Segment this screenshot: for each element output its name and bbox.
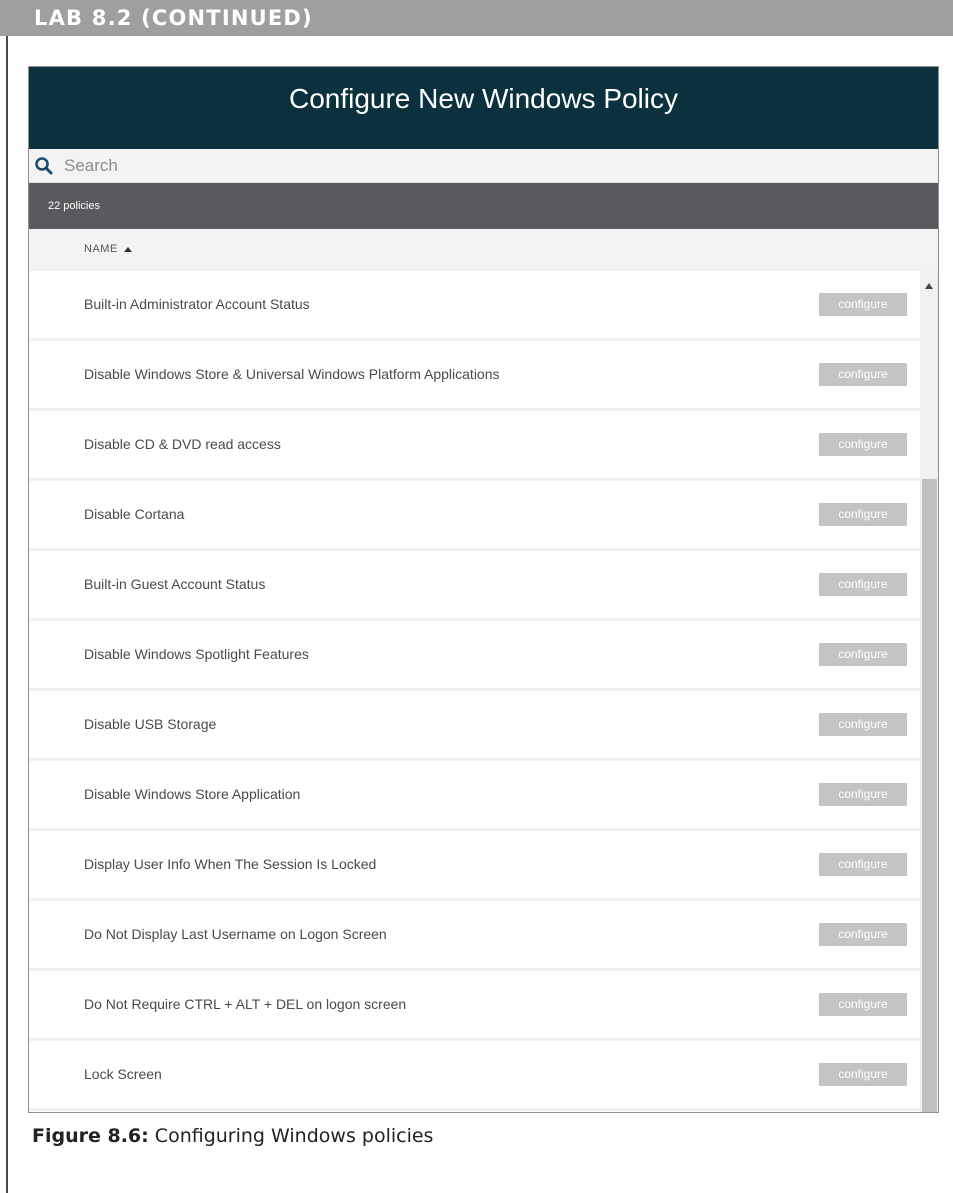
search-icon bbox=[34, 155, 56, 177]
policy-name: Built-in Guest Account Status bbox=[84, 576, 266, 592]
configure-button[interactable]: configure bbox=[819, 713, 907, 736]
policy-dialog: Configure New Windows Policy 22 policies… bbox=[28, 66, 939, 1113]
policy-name: Do Not Require CTRL + ALT + DEL on logon… bbox=[84, 996, 407, 1012]
policy-name: Disable USB Storage bbox=[84, 716, 217, 732]
policy-rows: Built-in Administrator Account Status con… bbox=[29, 271, 920, 1111]
policy-row[interactable]: Disable USB Storage configure bbox=[29, 691, 920, 761]
policy-row[interactable]: Disable Cortana configure bbox=[29, 481, 920, 551]
search-bar bbox=[29, 149, 938, 183]
scrollbar-thumb[interactable] bbox=[922, 479, 937, 1112]
policy-name: Disable CD & DVD read access bbox=[84, 436, 281, 452]
lab-header: LAB 8.2 (CONTINUED) bbox=[0, 0, 953, 36]
policy-row[interactable]: Disable CD & DVD read access configure bbox=[29, 411, 920, 481]
figure-text: Configuring Windows policies bbox=[154, 1125, 434, 1147]
column-header-label: NAME bbox=[84, 243, 118, 255]
configure-button[interactable]: configure bbox=[819, 293, 907, 316]
policy-row[interactable]: Do Not Display Last Username on Logon Sc… bbox=[29, 901, 920, 971]
policy-row[interactable]: Disable Windows Spotlight Features config… bbox=[29, 621, 920, 691]
policy-row[interactable]: Built-in Guest Account Status configure bbox=[29, 551, 920, 621]
configure-button[interactable]: configure bbox=[819, 993, 907, 1016]
policy-list: Built-in Administrator Account Status con… bbox=[29, 271, 938, 1112]
column-header-row: NAME bbox=[29, 229, 938, 271]
dialog-title: Configure New Windows Policy bbox=[29, 67, 938, 149]
policy-row[interactable]: Disable Windows Store Application configu… bbox=[29, 761, 920, 831]
policy-name: Disable Windows Spotlight Features bbox=[84, 646, 309, 662]
configure-button[interactable]: configure bbox=[819, 1063, 907, 1086]
policy-row[interactable]: Do Not Require CTRL + ALT + DEL on logon… bbox=[29, 971, 920, 1041]
policy-row[interactable]: Lock Screen configure bbox=[29, 1041, 920, 1111]
scrollbar[interactable] bbox=[920, 271, 938, 1112]
configure-button[interactable]: configure bbox=[819, 923, 907, 946]
configure-button[interactable]: configure bbox=[819, 433, 907, 456]
policy-name: Lock Screen bbox=[84, 1066, 162, 1082]
policy-row[interactable]: Display User Info When The Session Is Lo… bbox=[29, 831, 920, 901]
configure-button[interactable]: configure bbox=[819, 783, 907, 806]
column-header-name[interactable]: NAME bbox=[84, 243, 132, 255]
figure-label: Figure 8.6: bbox=[32, 1125, 149, 1147]
policy-name: Disable Windows Store & Universal Window… bbox=[84, 366, 500, 382]
configure-button[interactable]: configure bbox=[819, 643, 907, 666]
configure-button[interactable]: configure bbox=[819, 853, 907, 876]
policy-row[interactable]: Built-in Administrator Account Status con… bbox=[29, 271, 920, 341]
left-rule bbox=[6, 36, 8, 1193]
configure-button[interactable]: configure bbox=[819, 363, 907, 386]
policy-name: Built-in Administrator Account Status bbox=[84, 296, 310, 312]
policy-name: Display User Info When The Session Is Lo… bbox=[84, 856, 377, 872]
configure-button[interactable]: configure bbox=[819, 503, 907, 526]
policy-row[interactable]: Disable Windows Store & Universal Window… bbox=[29, 341, 920, 411]
policy-name: Disable Cortana bbox=[84, 506, 185, 522]
policy-name: Disable Windows Store Application bbox=[84, 786, 301, 802]
search-input[interactable] bbox=[64, 155, 938, 176]
scroll-up-arrow-icon[interactable] bbox=[925, 276, 933, 289]
sort-ascending-icon bbox=[123, 245, 132, 253]
policy-name: Do Not Display Last Username on Logon Sc… bbox=[84, 926, 387, 942]
figure-caption: Figure 8.6: Configuring Windows policies bbox=[32, 1125, 433, 1147]
configure-button[interactable]: configure bbox=[819, 573, 907, 596]
policy-count: 22 policies bbox=[29, 183, 938, 229]
